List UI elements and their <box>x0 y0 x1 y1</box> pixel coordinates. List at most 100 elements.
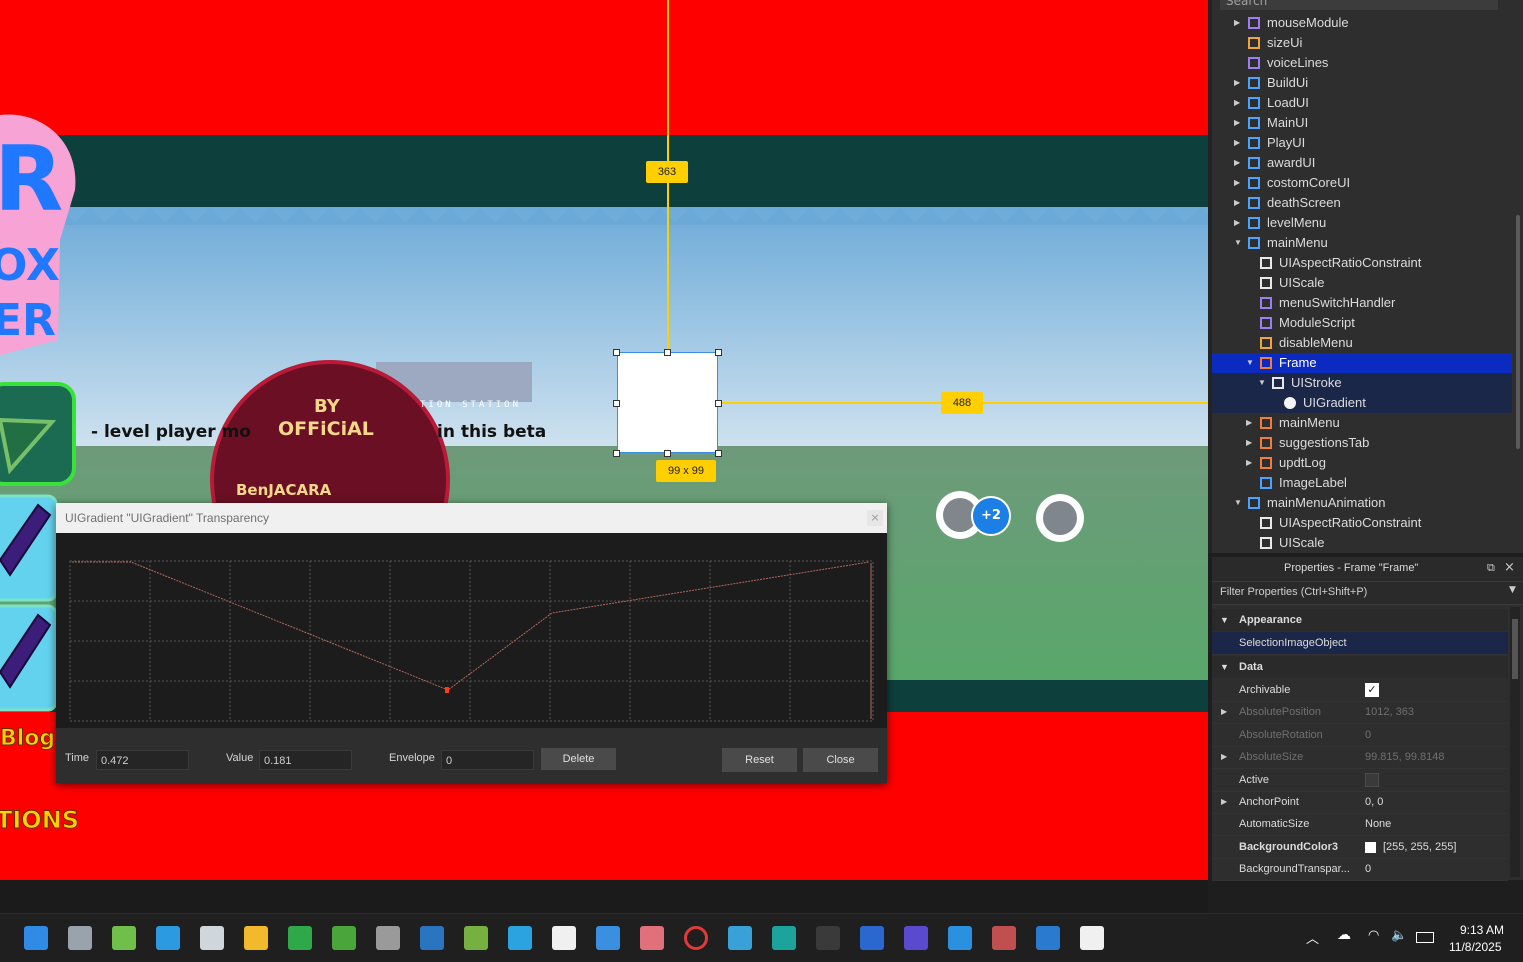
property-row[interactable]: BackgroundColor3 [255, 255, 255] <box>1212 836 1508 859</box>
selected-frame[interactable] <box>617 352 718 453</box>
undock-icon[interactable]: ⧉ <box>1487 561 1495 575</box>
minecraft-icon[interactable] <box>332 926 356 950</box>
telegram-icon[interactable] <box>508 926 532 950</box>
tree-item[interactable]: ▶ deathScreen <box>1212 193 1512 213</box>
calendar-grid-icon[interactable] <box>728 926 752 950</box>
prop-value[interactable]: 1012, 363 <box>1365 701 1414 723</box>
prop-value[interactable]: 0 <box>1365 858 1371 880</box>
caret-right-icon[interactable]: ▶ <box>1246 433 1256 453</box>
volume-icon[interactable]: 🔈 <box>1391 928 1407 943</box>
resize-handle-bl[interactable] <box>613 450 620 457</box>
battery-icon[interactable] <box>1416 932 1434 943</box>
resize-handle-l[interactable] <box>613 400 620 407</box>
tree-item[interactable]: ▶ mainMenu <box>1212 413 1512 433</box>
edge-dev-icon[interactable] <box>948 926 972 950</box>
edge-icon[interactable] <box>156 926 180 950</box>
caret-right-icon[interactable]: ▶ <box>1234 133 1244 153</box>
tree-item[interactable]: UIAspectRatioConstraint <box>1212 253 1512 273</box>
unity-icon[interactable] <box>200 926 224 950</box>
caret-down-icon[interactable]: ▼ <box>1258 373 1268 393</box>
tree-item[interactable]: ▶ LoadUI <box>1212 93 1512 113</box>
photos-icon[interactable] <box>640 926 664 950</box>
prop-value[interactable]: None <box>1365 813 1391 835</box>
checkbox-unchecked[interactable] <box>1365 772 1379 787</box>
filter-properties-field[interactable]: Filter Properties (Ctrl+Shift+P) ▼ <box>1212 581 1523 605</box>
transparency-graph[interactable] <box>56 533 887 728</box>
prop-value[interactable]: 0 <box>1365 724 1371 746</box>
close-button[interactable]: Close <box>803 748 878 772</box>
headset-icon[interactable] <box>816 926 840 950</box>
microphone-icon[interactable] <box>376 926 400 950</box>
prop-value[interactable]: [255, 255, 255] <box>1383 836 1456 858</box>
resize-handle-r[interactable] <box>715 400 722 407</box>
caret-right-icon[interactable]: ▶ <box>1234 193 1244 213</box>
caret-right-icon[interactable]: ▶ <box>1234 13 1244 33</box>
caret-right-icon[interactable]: ▶ <box>1234 93 1244 113</box>
resize-handle-b[interactable] <box>664 450 671 457</box>
tree-item[interactable]: ▶ suggestionsTab <box>1212 433 1512 453</box>
tree-item[interactable]: voiceLines <box>1212 53 1512 73</box>
caret-right-icon[interactable]: ▶ <box>1234 113 1244 133</box>
checkbox-checked[interactable]: ✓ <box>1365 683 1379 697</box>
color-swatch[interactable] <box>1365 841 1376 853</box>
tree-item[interactable]: menuSwitchHandler <box>1212 293 1512 313</box>
caret-right-icon[interactable]: ▶ <box>1221 701 1227 723</box>
cloud-icon[interactable]: ☁ <box>1337 927 1351 943</box>
tree-item[interactable]: ▶ mouseModule <box>1212 13 1512 33</box>
wifi-icon[interactable]: ◠ <box>1368 928 1379 943</box>
tree-item[interactable]: ▶ BuildUi <box>1212 73 1512 93</box>
arduino-icon[interactable] <box>772 926 796 950</box>
file-explorer-icon[interactable] <box>244 926 268 950</box>
property-row[interactable]: ▶ AbsolutePosition 1012, 363 <box>1212 701 1508 725</box>
tree-item[interactable]: ▼ mainMenuAnimation <box>1212 493 1512 513</box>
category-appearance[interactable]: ▼ Appearance <box>1212 609 1508 631</box>
caret-down-icon[interactable]: ▼ <box>1234 493 1244 513</box>
tree-item[interactable]: ▶ PlayUI <box>1212 133 1512 153</box>
tree-item[interactable]: disableMenu <box>1212 333 1512 353</box>
task-view-icon[interactable] <box>68 926 92 950</box>
caret-right-icon[interactable]: ▶ <box>1234 73 1244 93</box>
prop-value[interactable]: 99.815, 99.8148 <box>1365 746 1445 768</box>
time-input[interactable]: 0.472 <box>96 750 189 770</box>
resize-handle-t[interactable] <box>664 349 671 356</box>
resize-handle-tl[interactable] <box>613 349 620 356</box>
tree-item[interactable]: ▶ awardUI <box>1212 153 1512 173</box>
clock-time[interactable]: 9:13 AM <box>1460 923 1504 937</box>
property-row[interactable]: Archivable ✓ <box>1212 679 1508 702</box>
tree-item[interactable]: ▼ mainMenu <box>1212 233 1512 253</box>
resize-handle-tr[interactable] <box>715 349 722 356</box>
properties-scrollbar[interactable] <box>1510 607 1520 877</box>
tree-item[interactable]: UIAspectRatioConstraint <box>1212 513 1512 533</box>
caret-right-icon[interactable]: ▶ <box>1221 791 1227 813</box>
caret-down-icon[interactable]: ▼ <box>1234 233 1244 253</box>
dialog-close-icon[interactable]: × <box>867 510 883 526</box>
gpu-icon[interactable] <box>464 926 488 950</box>
paint-icon[interactable] <box>596 926 620 950</box>
tree-item[interactable]: UIGradient <box>1212 393 1512 413</box>
caret-right-icon[interactable]: ▶ <box>1234 213 1244 233</box>
property-row[interactable]: AbsoluteRotation 0 <box>1212 724 1508 747</box>
face-app-icon[interactable] <box>860 926 884 950</box>
tree-item[interactable]: ▶ updtLog <box>1212 453 1512 473</box>
notepad-icon[interactable] <box>112 926 136 950</box>
tree-item[interactable]: ▶ levelMenu <box>1212 213 1512 233</box>
xbox-icon[interactable] <box>288 926 312 950</box>
extra-players-badge[interactable]: +2 <box>971 496 1011 536</box>
tree-item[interactable]: ImageLabel <box>1212 473 1512 493</box>
roblox-studio-icon[interactable] <box>1080 926 1104 950</box>
tree-item[interactable]: ModuleScript <box>1212 313 1512 333</box>
caret-right-icon[interactable]: ▶ <box>1246 413 1256 433</box>
prop-value[interactable]: 0, 0 <box>1365 791 1383 813</box>
category-data[interactable]: ▼ Data <box>1212 656 1508 678</box>
capcut-icon[interactable] <box>552 926 576 950</box>
tree-item[interactable]: UIScale <box>1212 273 1512 293</box>
tetris-icon[interactable] <box>904 926 928 950</box>
value-input[interactable]: 0.181 <box>259 750 352 770</box>
caret-down-icon[interactable]: ▼ <box>1246 353 1256 373</box>
scroll-thumb[interactable] <box>1512 619 1518 679</box>
resize-handle-br[interactable] <box>715 450 722 457</box>
caret-right-icon[interactable]: ▶ <box>1234 153 1244 173</box>
game-icon[interactable] <box>992 926 1016 950</box>
dialog-titlebar[interactable]: UIGradient "UIGradient" Transparency × <box>56 503 887 533</box>
explorer-search[interactable]: Search <box>1220 0 1498 10</box>
